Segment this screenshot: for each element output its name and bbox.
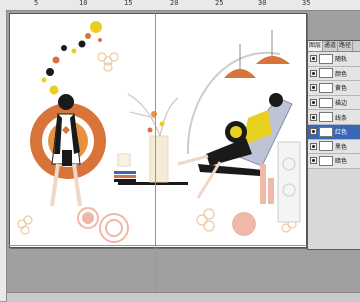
layer-thumbnail <box>319 97 333 108</box>
left-ruler[interactable] <box>0 10 7 301</box>
layer-name: 黄色 <box>335 85 348 93</box>
ruler-label: 30 <box>258 0 267 7</box>
tab-paths[interactable]: 路径 <box>338 41 354 51</box>
layer-row[interactable]: 线条 <box>308 110 360 125</box>
layer-thumbnail <box>319 141 333 152</box>
illustration <box>17 21 301 243</box>
tab-channels[interactable]: 通道 <box>323 41 339 51</box>
layers-panel: 图层 通道 路径 随轨 颜色 黄色 描边 线条 红色 黑色 暗色 <box>307 40 360 250</box>
layer-name: 描边 <box>335 100 348 108</box>
ruler-label: 5 <box>34 0 39 7</box>
layer-name: 红色 <box>335 129 348 137</box>
layer-name: 线条 <box>335 114 348 122</box>
target-circles <box>77 207 256 243</box>
bubbles-decoration <box>41 21 102 95</box>
layer-thumbnail <box>319 126 333 137</box>
visibility-eye-icon[interactable] <box>310 69 317 77</box>
visibility-eye-icon[interactable] <box>310 55 317 63</box>
ruler-label: 10 <box>79 0 88 7</box>
layer-name: 暗色 <box>335 158 348 166</box>
vertical-guide[interactable] <box>155 10 156 301</box>
layer-row[interactable]: 暗色 <box>308 154 360 169</box>
side-table <box>114 135 188 185</box>
visibility-eye-icon[interactable] <box>310 142 317 150</box>
visibility-eye-icon[interactable] <box>310 99 317 107</box>
ruler-label: 35 <box>302 0 311 7</box>
tab-layers[interactable]: 图层 <box>308 41 324 51</box>
layer-row-selected[interactable]: 红色 <box>308 124 360 140</box>
ruler-label: 20 <box>170 0 179 7</box>
layer-thumbnail <box>319 155 333 166</box>
visibility-eye-icon[interactable] <box>310 113 317 121</box>
panel-tabs: 图层 通道 路径 <box>308 41 360 52</box>
layer-name: 随轨 <box>335 56 348 64</box>
layer-row[interactable]: 黑色 <box>308 139 360 155</box>
ruler-label: 25 <box>215 0 224 7</box>
visibility-eye-icon[interactable] <box>310 84 317 92</box>
layer-row[interactable]: 描边 <box>308 95 360 111</box>
layer-thumbnail <box>319 82 333 93</box>
layer-name: 颜色 <box>335 70 348 78</box>
top-ruler[interactable]: 5 10 15 20 25 30 35 <box>0 0 360 11</box>
layer-thumbnail <box>319 68 333 79</box>
document-artboard[interactable] <box>9 13 307 248</box>
layer-thumbnail <box>319 53 333 64</box>
ruler-label: 15 <box>124 0 133 7</box>
layer-name: 黑色 <box>335 143 348 151</box>
layer-row[interactable]: 黄色 <box>308 81 360 96</box>
visibility-eye-icon[interactable] <box>310 157 317 165</box>
layer-thumbnail <box>319 112 333 123</box>
horizontal-guide[interactable] <box>7 245 307 246</box>
visibility-eye-icon[interactable] <box>310 128 317 136</box>
layer-row[interactable]: 随轨 <box>308 52 360 67</box>
layer-row[interactable]: 颜色 <box>308 66 360 82</box>
